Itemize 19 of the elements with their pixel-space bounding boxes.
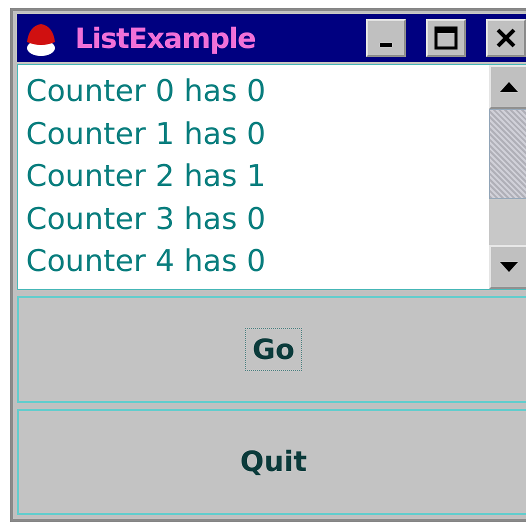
list-item[interactable]: Counter 4 has 0 — [26, 241, 481, 284]
down-triangle-icon — [500, 262, 518, 272]
list-item[interactable]: Counter 3 has 0 — [26, 198, 481, 241]
action-button[interactable]: Quit — [17, 408, 526, 515]
minimize-button[interactable] — [366, 19, 406, 57]
maximize-icon — [434, 26, 458, 50]
minimize-icon — [380, 43, 392, 47]
close-icon — [495, 27, 517, 49]
scroll-up-button[interactable] — [489, 65, 526, 109]
list-item[interactable]: Counter 2 has 1 — [26, 156, 481, 198]
close-button[interactable] — [486, 19, 526, 57]
scroll-thumb[interactable] — [489, 109, 526, 199]
maximize-button[interactable] — [426, 19, 466, 57]
scroll-down-button[interactable] — [489, 245, 526, 289]
list-item[interactable]: Counter 1 has 0 — [26, 114, 481, 156]
action-button[interactable]: Go — [17, 296, 526, 402]
window-title: ListExample — [75, 22, 256, 54]
list-item[interactable]: Counter 0 has 0 — [26, 71, 481, 114]
up-triangle-icon — [500, 82, 518, 92]
